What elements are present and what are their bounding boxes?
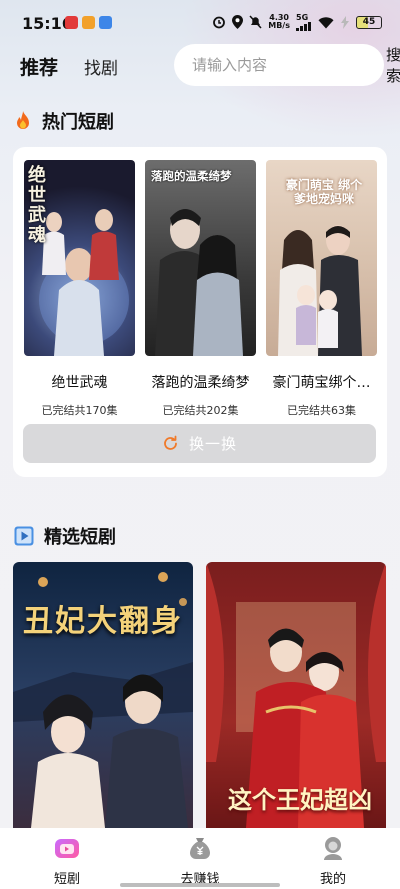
refresh-button[interactable]: 换一换 — [23, 424, 376, 463]
cell-signal: 5G — [296, 13, 312, 31]
drama-title: 绝世武魂 — [51, 375, 108, 391]
tab-recommend[interactable]: 推荐 — [20, 53, 58, 80]
drama-episodes: 已完结共202集 — [162, 404, 239, 417]
hot-section-header: 热门短剧 — [14, 108, 114, 134]
nav-label: 短剧 — [53, 872, 80, 887]
drama-poster[interactable]: 豪门萌宝 绑个爹地宠妈咪 — [266, 160, 377, 356]
search-button[interactable]: 搜索 — [386, 44, 400, 86]
nav-item-profile[interactable]: 我的 — [293, 836, 373, 887]
wifi-icon — [318, 16, 334, 28]
nav-label: 我的 — [319, 872, 346, 887]
location-icon — [232, 15, 244, 29]
status-bar: 15:16 4.30 MB/s 5G 45 — [0, 0, 400, 46]
hot-section-title: 热门短剧 — [42, 112, 114, 133]
fire-icon — [17, 111, 29, 129]
refresh-label: 换一换 — [188, 435, 237, 453]
battery-indicator: 45 — [356, 15, 382, 29]
net-speed: 4.30 MB/s — [268, 14, 290, 30]
top-tabs: 推荐 找剧 — [20, 53, 118, 80]
signal-bars-icon — [296, 22, 311, 31]
poster-title-text: 豪门萌宝 绑个爹地宠妈咪 — [285, 178, 363, 206]
tab-find-drama[interactable]: 找剧 — [84, 54, 118, 79]
hot-dramas-card: 绝世武魂 绝世武魂 已完结共170集 落跑的温柔绮梦 落跑的温柔绮梦 已完结共2… — [13, 147, 387, 477]
poster-title-text: 落跑的温柔绮梦 — [151, 169, 232, 183]
profile-icon — [324, 837, 342, 860]
weibo-app-icon — [82, 16, 95, 29]
refresh-icon — [164, 435, 177, 450]
featured-section-header: 精选短剧 — [14, 523, 116, 549]
featured-drama-card[interactable]: 丑妃大翻身 — [13, 562, 193, 828]
charging-icon — [341, 15, 349, 29]
nav-item-drama[interactable]: 短剧 — [27, 836, 107, 887]
search-input[interactable] — [192, 56, 386, 74]
mute-bell-icon — [249, 15, 262, 29]
netease-app-icon — [65, 16, 78, 29]
notification-icons — [65, 16, 112, 29]
poster-art — [155, 209, 243, 356]
hot-drama-item[interactable]: 豪门萌宝 绑个爹地宠妈咪 豪门萌宝绑个… 已完结共63集 — [266, 160, 377, 418]
battery-level: 45 — [362, 17, 376, 27]
blue-app-icon — [99, 16, 112, 29]
search-bar: 搜索 — [174, 44, 400, 86]
drama-episodes: 已完结共63集 — [287, 404, 356, 417]
drama-poster[interactable]: 绝世武魂 — [24, 160, 135, 356]
drama-title: 豪门萌宝绑个… — [272, 375, 371, 391]
play-square-icon — [14, 526, 34, 546]
featured-section-title: 精选短剧 — [44, 527, 116, 548]
drama-title: 落跑的温柔绮梦 — [151, 375, 250, 391]
nav-item-earn[interactable]: 去赚钱 — [160, 836, 240, 887]
home-indicator[interactable] — [120, 883, 280, 887]
hot-drama-item[interactable]: 落跑的温柔绮梦 落跑的温柔绮梦 已完结共202集 — [145, 160, 256, 418]
drama-poster[interactable]: 落跑的温柔绮梦 — [145, 160, 256, 356]
status-icons: 4.30 MB/s 5G 45 — [212, 13, 382, 31]
bottom-navigation: 短剧 去赚钱 我的 — [0, 828, 400, 889]
drama-episodes: 已完结共170集 — [41, 404, 118, 417]
featured-drama-card[interactable]: 这个王妃超凶 — [206, 562, 386, 828]
alarm-icon — [213, 16, 226, 29]
network-type: 5G — [296, 13, 309, 22]
poster-title-text: 丑妃大翻身 — [23, 604, 183, 639]
poster-title-text: 绝世武魂 — [28, 165, 46, 246]
money-bag-icon — [190, 838, 210, 859]
tv-icon — [55, 839, 79, 858]
hot-drama-item[interactable]: 绝世武魂 绝世武魂 已完结共170集 — [24, 160, 135, 418]
poster-title-text: 这个王妃超凶 — [228, 785, 372, 814]
net-speed-unit: MB/s — [268, 21, 290, 30]
